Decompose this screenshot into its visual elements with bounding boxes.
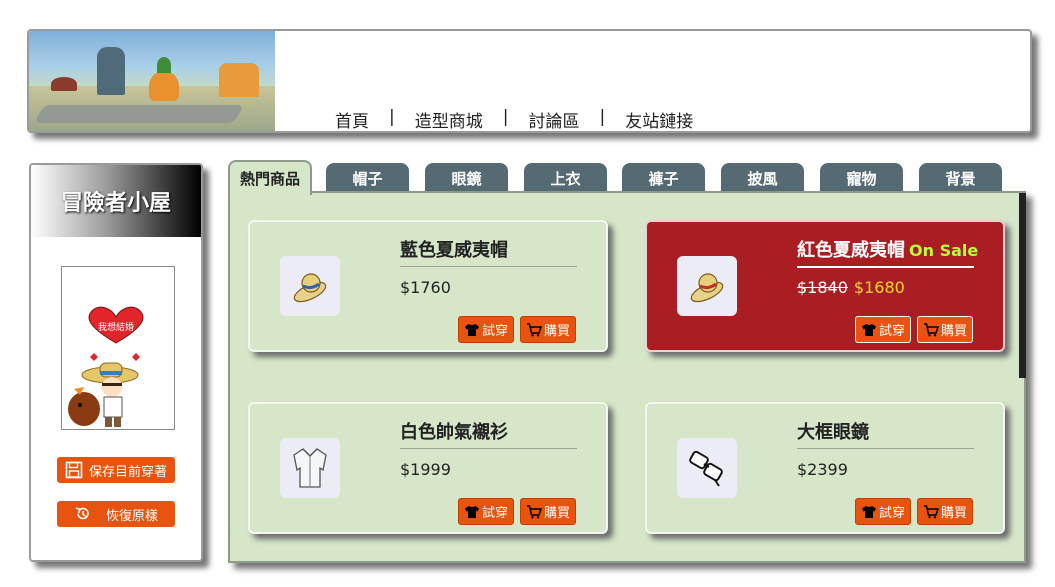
- buy-label: 購買: [940, 324, 967, 339]
- nav-item-shop[interactable]: 造型商城: [415, 107, 483, 131]
- try-on-label: 試穿: [878, 506, 905, 521]
- cart-icon: [923, 504, 939, 518]
- product-price: $1999: [400, 460, 451, 479]
- divider: [400, 448, 577, 449]
- original-price: $1840: [797, 278, 848, 297]
- cart-icon: [526, 504, 542, 518]
- save-outfit-button[interactable]: 保存目前穿著: [57, 457, 175, 483]
- save-icon: [65, 461, 83, 479]
- glasses-icon: [677, 438, 737, 498]
- nav-separator: |: [389, 107, 395, 127]
- history-icon: [75, 507, 89, 520]
- buy-label: 購買: [543, 506, 570, 521]
- product-name: 紅色夏威夷帽 On Sale: [797, 236, 978, 262]
- restore-outfit-label: 恢復原樣: [105, 508, 158, 524]
- sale-price: $1680: [853, 278, 905, 297]
- product-price: $1760: [400, 278, 451, 297]
- buy-button[interactable]: 購買: [916, 498, 973, 525]
- shirt-icon: [464, 323, 479, 336]
- tab-pants[interactable]: 褲子: [622, 163, 705, 193]
- avatar-preview: 我想結婚: [61, 266, 175, 430]
- product-card: 大框眼鏡 $2399 試穿 購買: [645, 402, 1005, 534]
- buy-button[interactable]: 購買: [519, 498, 576, 525]
- tab-hot[interactable]: 熱門商品: [228, 160, 312, 195]
- save-outfit-label: 保存目前穿著: [88, 464, 167, 480]
- nav-item-forum[interactable]: 討論區: [528, 107, 579, 131]
- buy-button[interactable]: 購買: [519, 316, 576, 343]
- avatar-character: 我想結婚: [68, 306, 144, 427]
- try-on-label: 試穿: [481, 506, 508, 521]
- product-card: 白色帥氣襯衫 $1999 試穿 購買: [248, 402, 608, 534]
- tab-capes[interactable]: 披風: [721, 163, 804, 193]
- divider: [797, 448, 974, 449]
- buy-button[interactable]: 購買: [916, 316, 973, 343]
- tab-backgrounds[interactable]: 背景: [919, 163, 1002, 193]
- cart-icon: [923, 322, 939, 336]
- product-name[interactable]: 大框眼鏡: [797, 418, 869, 444]
- banner-image: [29, 31, 275, 131]
- shirt-icon: [464, 505, 479, 518]
- product-card-sale: 紅色夏威夷帽 On Sale $1840 $1680 試穿 購買: [645, 220, 1005, 352]
- shirt-icon: [861, 323, 876, 336]
- try-on-label: 試穿: [878, 324, 905, 339]
- divider: [400, 266, 577, 267]
- shirt-icon: [861, 505, 876, 518]
- scrollbar[interactable]: [1019, 193, 1026, 378]
- avatar-balloon-text: 我想結婚: [98, 321, 134, 333]
- straw-hat-icon: [677, 256, 737, 316]
- product-name[interactable]: 白色帥氣襯衫: [400, 418, 508, 444]
- try-on-button[interactable]: 試穿: [854, 316, 911, 343]
- sidebar: 冒險者小屋 我想結婚 保存目前穿著 恢復原樣: [29, 163, 203, 562]
- main-nav: 首頁 | 造型商城 | 討論區 | 友站鏈接: [335, 107, 693, 131]
- buy-label: 購買: [940, 506, 967, 521]
- sale-badge: On Sale: [909, 241, 979, 260]
- cart-icon: [526, 322, 542, 336]
- tab-glasses[interactable]: 眼鏡: [425, 163, 508, 193]
- tab-pets[interactable]: 寵物: [820, 163, 903, 193]
- restore-outfit-button[interactable]: 恢復原樣: [57, 501, 175, 527]
- product-name[interactable]: 藍色夏威夷帽: [400, 236, 508, 262]
- shirt-icon: [280, 438, 340, 498]
- straw-hat-icon: [280, 256, 340, 316]
- nav-separator: |: [502, 107, 509, 127]
- product-price: $1840 $1680: [797, 278, 905, 297]
- divider: [797, 266, 974, 268]
- product-name-text[interactable]: 紅色夏威夷帽: [797, 240, 905, 261]
- tab-hats[interactable]: 帽子: [326, 163, 409, 193]
- try-on-button[interactable]: 試穿: [457, 316, 514, 343]
- try-on-label: 試穿: [481, 324, 508, 339]
- product-card: 藍色夏威夷帽 $1760 試穿 購買: [248, 220, 608, 352]
- nav-item-links[interactable]: 友站鏈接: [625, 107, 693, 131]
- nav-item-home[interactable]: 首頁: [335, 107, 369, 131]
- tab-tops[interactable]: 上衣: [524, 163, 607, 193]
- buy-label: 購買: [543, 324, 570, 339]
- site-header: 首頁 | 造型商城 | 討論區 | 友站鏈接: [27, 29, 1032, 133]
- nav-separator: |: [599, 107, 606, 127]
- try-on-button[interactable]: 試穿: [457, 498, 514, 525]
- try-on-button[interactable]: 試穿: [854, 498, 911, 525]
- product-panel: 藍色夏威夷帽 $1760 試穿 購買 紅色夏威夷帽 On Sale $1840 …: [228, 191, 1026, 563]
- product-price: $2399: [797, 460, 848, 479]
- sidebar-title: 冒險者小屋: [31, 165, 201, 237]
